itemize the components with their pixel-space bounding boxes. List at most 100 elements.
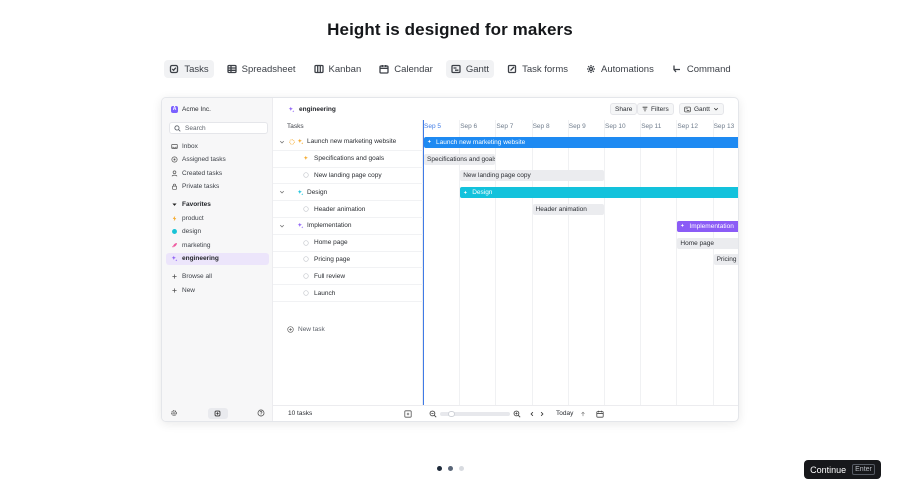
workspace-switcher[interactable]: A Acme Inc. xyxy=(171,106,211,113)
gantt-column xyxy=(495,120,497,405)
task-title: Pricing page xyxy=(314,255,351,263)
sidebar-item-label: Private tasks xyxy=(182,183,220,190)
today-button[interactable]: Today xyxy=(556,410,573,417)
sidebar-item-label: Assigned tasks xyxy=(182,156,226,163)
sparkle-icon xyxy=(171,255,178,262)
tab-calendar[interactable]: Calendar xyxy=(374,60,438,78)
chevron-down-icon[interactable] xyxy=(279,189,285,195)
sidebar-item-private-tasks[interactable]: Private tasks xyxy=(166,181,269,193)
new-task-button[interactable]: New task xyxy=(287,326,325,333)
status-circle-icon[interactable] xyxy=(303,206,309,212)
bolt-icon xyxy=(172,215,177,221)
tab-label: Spreadsheet xyxy=(241,63,296,75)
sidebar-item-engineering[interactable]: engineering xyxy=(166,252,269,265)
zoom-in-icon[interactable] xyxy=(513,410,521,418)
view-selector[interactable]: Gantt xyxy=(679,103,724,115)
zoom-out-icon[interactable] xyxy=(429,410,437,418)
sidebar-item-design[interactable]: design xyxy=(166,226,269,238)
new-button[interactable]: New xyxy=(166,284,269,296)
tab-label: Calendar xyxy=(394,63,433,75)
task-row[interactable]: New landing page copy xyxy=(273,168,423,185)
sidebar-item-label: Created tasks xyxy=(182,169,223,177)
app-footer: 10 tasks Today xyxy=(273,405,738,421)
sidebar-item-label: design xyxy=(182,228,202,235)
task-row[interactable]: Launch new marketing website xyxy=(273,134,423,151)
filters-label: Filters xyxy=(651,105,669,113)
filters-button[interactable]: Filters xyxy=(637,103,674,115)
gantt-bar[interactable]: Pricing page xyxy=(713,254,738,266)
browse-all-label: Browse all xyxy=(182,273,212,280)
sidebar-item-label: engineering xyxy=(182,255,219,262)
task-title: Specifications and goals xyxy=(314,155,385,163)
task-row[interactable]: Design xyxy=(273,184,423,202)
sidebar-item-assigned-tasks[interactable]: Assigned tasks xyxy=(166,154,269,166)
share-button[interactable]: Share xyxy=(610,103,638,115)
task-row[interactable]: Implementation xyxy=(273,218,423,235)
tab-tasks[interactable]: Tasks xyxy=(164,60,214,78)
gantt-bar[interactable]: Launch new marketing website xyxy=(424,136,738,148)
plus-icon xyxy=(172,274,177,279)
zoom-slider-handle[interactable] xyxy=(448,411,455,417)
task-row[interactable]: Full review xyxy=(273,268,423,286)
status-circle-icon[interactable] xyxy=(303,256,309,263)
pagination-dot[interactable] xyxy=(437,466,442,471)
tab-task-forms[interactable]: Task forms xyxy=(502,60,573,78)
chevron-left-icon[interactable] xyxy=(529,411,535,417)
sidebar-item-inbox[interactable]: Inbox xyxy=(166,140,269,152)
sidebar-item-created-tasks[interactable]: Created tasks xyxy=(166,167,269,179)
gantt-bar[interactable]: Design xyxy=(460,187,738,199)
tab-spreadsheet[interactable]: Spreadsheet xyxy=(222,60,301,78)
gantt-bar-label: Launch new marketing website xyxy=(436,138,526,146)
new-item-button[interactable] xyxy=(207,407,228,419)
task-row[interactable]: Home page xyxy=(273,235,423,252)
pagination-dot[interactable] xyxy=(448,466,453,471)
automation-icon xyxy=(587,65,596,73)
bolt-icon xyxy=(297,223,304,229)
chevron-right-icon[interactable] xyxy=(539,411,545,417)
topbar: engineering Share Filters Gantt xyxy=(273,98,738,120)
tab-kanban[interactable]: Kanban xyxy=(309,60,367,78)
favorites-toggle[interactable]: Favorites xyxy=(166,199,269,211)
zoom-slider[interactable] xyxy=(440,411,510,417)
tab-gantt[interactable]: Gantt xyxy=(445,60,495,78)
status-circle-icon[interactable] xyxy=(303,290,309,296)
task-row[interactable]: Specifications and goals xyxy=(273,151,423,168)
status-circle-icon[interactable] xyxy=(303,273,309,279)
tab-automations[interactable]: Automations xyxy=(581,60,659,78)
help-icon[interactable] xyxy=(257,409,265,417)
chevron-down-icon[interactable] xyxy=(279,223,285,229)
sidebar: A Acme Inc. Search Inbox Assigned tasks … xyxy=(162,98,273,421)
status-circle-icon[interactable] xyxy=(289,139,295,145)
panel-toggle-icon[interactable] xyxy=(404,409,412,418)
status-circle-icon[interactable] xyxy=(303,240,309,246)
rocket-icon xyxy=(172,242,177,248)
search-input[interactable]: Search xyxy=(169,122,268,134)
gantt-bar-label: Design xyxy=(472,189,493,197)
checkbox-icon xyxy=(170,64,179,74)
calendar-icon[interactable] xyxy=(596,410,604,418)
task-row[interactable]: Header animation xyxy=(273,201,423,218)
gantt-bar[interactable]: Home page xyxy=(677,237,738,249)
gantt-icon xyxy=(451,64,461,74)
sidebar-item-product[interactable]: product xyxy=(166,212,269,224)
task-row[interactable]: Pricing page xyxy=(273,252,423,269)
chevron-down-icon xyxy=(713,107,718,111)
chevron-down-icon[interactable] xyxy=(279,139,285,145)
gantt-bar[interactable]: Implementation xyxy=(677,220,738,232)
gantt-bar[interactable]: Header animation xyxy=(532,204,604,215)
lock-icon xyxy=(172,183,177,190)
gantt-bar-label: New landing page copy xyxy=(463,172,531,180)
pagination-dot[interactable] xyxy=(459,466,464,471)
sidebar-item-marketing[interactable]: marketing xyxy=(166,239,269,251)
task-row[interactable]: Launch xyxy=(273,285,423,302)
browse-all-button[interactable]: Browse all xyxy=(166,271,269,283)
continue-button[interactable]: Continue Enter xyxy=(804,460,881,479)
gantt-bar[interactable]: Specifications and goals xyxy=(424,153,496,165)
gantt-bar[interactable]: New landing page copy xyxy=(460,170,604,182)
status-circle-icon[interactable] xyxy=(303,172,309,179)
tab-label: Command xyxy=(686,63,731,75)
tab-command[interactable]: Command xyxy=(667,60,736,78)
task-list: Tasks New task Launch new marketing webs… xyxy=(273,120,423,405)
gear-icon[interactable] xyxy=(170,409,178,417)
gantt-column xyxy=(604,120,605,405)
